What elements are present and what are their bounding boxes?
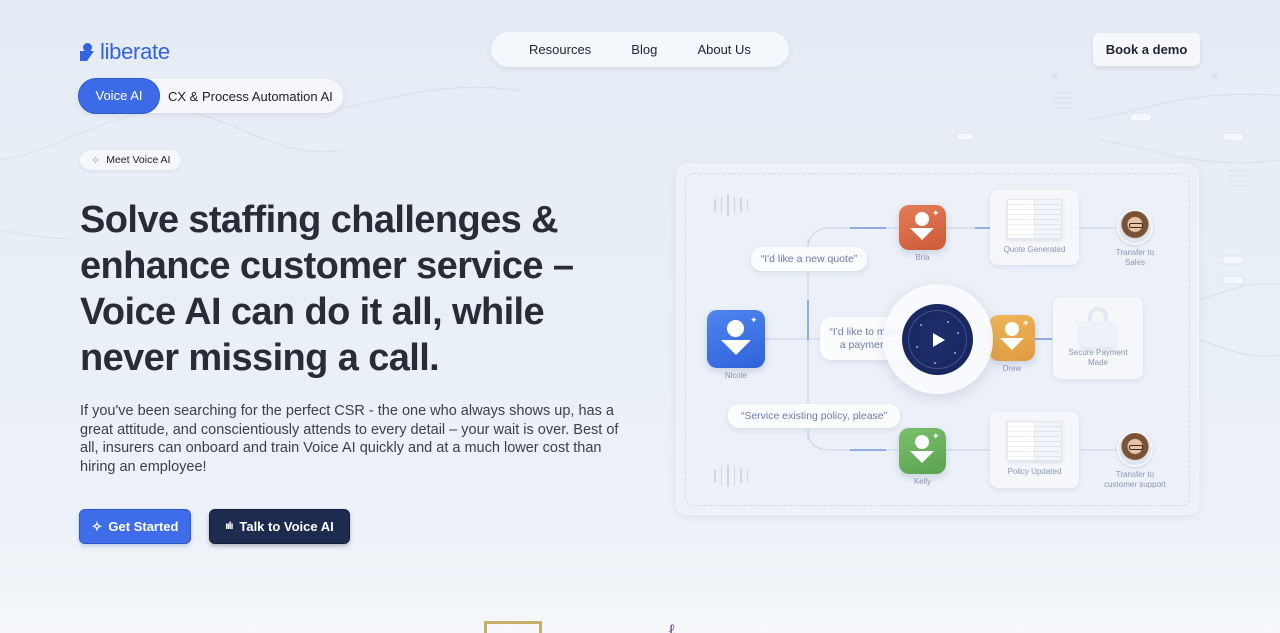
agent-kelly[interactable]: ✦ Kelly: [899, 428, 946, 486]
agent-avatar-icon: ✦: [899, 205, 946, 250]
document-icon: [1007, 199, 1062, 239]
transfer-label: Transfer to customer support: [1104, 470, 1166, 489]
transfer-to-sales: Transfer to Sales: [1110, 209, 1160, 268]
outcome-label: Secure Payment Made: [1068, 348, 1128, 367]
agent-avatar-icon: ✦: [989, 315, 1035, 361]
agent-name: Nicole: [724, 371, 748, 380]
outcome-label: Quote Generated: [1003, 245, 1066, 254]
speech-bubble-new-quote: “I'd like a new quote”: [751, 247, 867, 271]
agent-name: Drew: [1002, 364, 1022, 373]
agent-photo: [1117, 209, 1153, 245]
play-demo-button[interactable]: [902, 304, 973, 375]
outcome-secure-payment: Secure Payment Made: [1053, 297, 1143, 379]
agent-drew[interactable]: ✦ Drew: [989, 315, 1035, 373]
partner-logo: [484, 621, 542, 633]
partner-logo: ℓ: [668, 620, 676, 633]
agent-bria[interactable]: ✦ Bria: [899, 205, 946, 262]
agent-name: Kelly: [913, 477, 932, 486]
transfer-label: Transfer to Sales: [1115, 248, 1155, 267]
document-icon: [1007, 421, 1062, 461]
speech-bubble-service-policy: “Service existing policy, please”: [728, 404, 900, 428]
transfer-to-customer-support: Transfer to customer support: [1097, 431, 1173, 490]
agent-avatar-icon: ✦: [899, 428, 946, 474]
outcome-label: Policy Updated: [1007, 467, 1062, 476]
agent-photo: [1117, 431, 1153, 467]
sound-wave-decoration: [714, 194, 748, 216]
sound-wave-decoration: [714, 465, 748, 487]
agent-nicole[interactable]: ✦ Nicole: [707, 310, 765, 380]
outcome-quote-generated: Quote Generated: [990, 190, 1079, 265]
agent-name: Bria: [915, 253, 930, 262]
outcome-policy-updated: Policy Updated: [990, 412, 1079, 488]
lock-icon: [1080, 307, 1116, 347]
agent-avatar-icon: ✦: [707, 310, 765, 368]
partner-logos-strip: [0, 575, 1280, 633]
